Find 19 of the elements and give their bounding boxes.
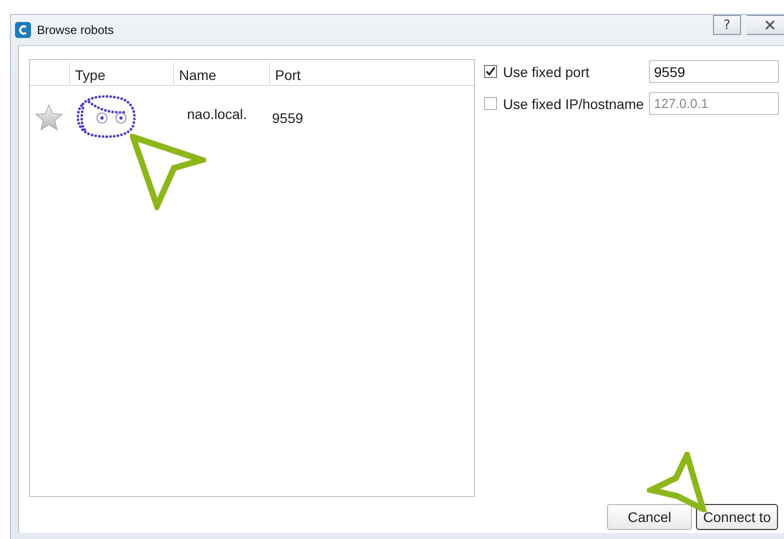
input-field[interactable]: 9559	[649, 60, 779, 83]
checkbox-label: Use fixed IP/hostname	[503, 96, 645, 112]
pointer-arrow-drawing	[647, 452, 709, 512]
window-title: Browse robots	[37, 23, 114, 37]
column-header[interactable]: Type	[69, 63, 173, 85]
star-icon[interactable]	[35, 104, 63, 131]
close-button[interactable]	[747, 15, 784, 35]
close-icon	[764, 20, 776, 30]
table-cell-text: 9559	[271, 109, 304, 126]
cancel-button[interactable]: Cancel	[607, 504, 692, 530]
table-cell-text: nao.local.	[186, 105, 248, 122]
checkbox[interactable]	[484, 65, 497, 78]
checkbox-label: Use fixed port	[503, 64, 590, 80]
column-header[interactable]: Port	[269, 63, 369, 85]
column-header[interactable]: Name	[173, 63, 269, 85]
app-logo-icon	[15, 22, 31, 38]
connect-button[interactable]: Connect to	[696, 504, 778, 530]
help-button[interactable]: ?	[713, 15, 741, 35]
robot-head-icon	[75, 94, 137, 138]
